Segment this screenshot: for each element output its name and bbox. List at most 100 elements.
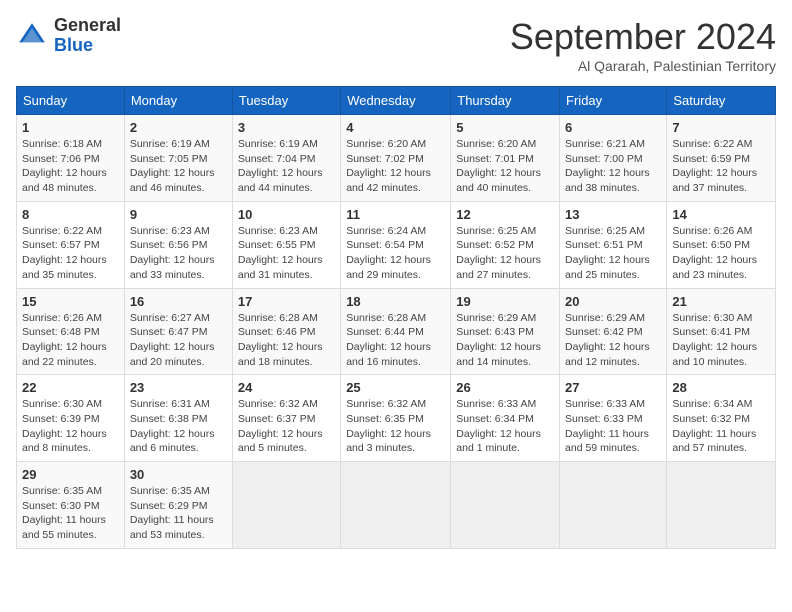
day-detail: Sunrise: 6:18 AM Sunset: 7:06 PM Dayligh… (22, 137, 119, 196)
day-detail: Sunrise: 6:21 AM Sunset: 7:00 PM Dayligh… (565, 137, 661, 196)
day-number: 19 (456, 294, 554, 309)
day-number: 6 (565, 120, 661, 135)
day-number: 27 (565, 380, 661, 395)
day-cell: 18Sunrise: 6:28 AM Sunset: 6:44 PM Dayli… (341, 288, 451, 375)
day-cell: 6 Sunrise: 6:21 AM Sunset: 7:00 PM Daylig… (560, 115, 667, 202)
day-number: 3 (238, 120, 335, 135)
day-number: 5 (456, 120, 554, 135)
column-header-saturday: Saturday (667, 87, 776, 115)
day-cell: 2 Sunrise: 6:19 AM Sunset: 7:05 PM Daylig… (124, 115, 232, 202)
day-cell: 22 Sunrise: 6:30 AM Sunset: 6:39 PM Dayli… (17, 375, 125, 462)
day-number: 26 (456, 380, 554, 395)
day-number: 4 (346, 120, 445, 135)
day-cell: 3 Sunrise: 6:19 AM Sunset: 7:04 PM Daylig… (232, 115, 340, 202)
day-detail: Sunrise: 6:25 AM Sunset: 6:51 PM Dayligh… (565, 224, 661, 283)
day-detail: Sunrise: 6:23 AM Sunset: 6:55 PM Dayligh… (238, 224, 335, 283)
day-number: 10 (238, 207, 335, 222)
day-number: 17 (238, 294, 335, 309)
day-cell: 11Sunrise: 6:24 AM Sunset: 6:54 PM Dayli… (341, 201, 451, 288)
day-cell: 16 Sunrise: 6:27 AM Sunset: 6:47 PM Dayli… (124, 288, 232, 375)
day-detail: Sunrise: 6:33 AM Sunset: 6:34 PM Dayligh… (456, 397, 554, 456)
column-header-friday: Friday (560, 87, 667, 115)
logo-text: General Blue (54, 16, 121, 56)
column-header-sunday: Sunday (17, 87, 125, 115)
day-number: 23 (130, 380, 227, 395)
day-cell: 28 Sunrise: 6:34 AM Sunset: 6:32 PM Dayli… (667, 375, 776, 462)
calendar-table: SundayMondayTuesdayWednesdayThursdayFrid… (16, 86, 776, 549)
day-detail: Sunrise: 6:20 AM Sunset: 7:02 PM Dayligh… (346, 137, 445, 196)
day-detail: Sunrise: 6:20 AM Sunset: 7:01 PM Dayligh… (456, 137, 554, 196)
day-cell: 25Sunrise: 6:32 AM Sunset: 6:35 PM Dayli… (341, 375, 451, 462)
day-number: 28 (672, 380, 770, 395)
day-detail: Sunrise: 6:26 AM Sunset: 6:50 PM Dayligh… (672, 224, 770, 283)
week-row-2: 8 Sunrise: 6:22 AM Sunset: 6:57 PM Daylig… (17, 201, 776, 288)
day-detail: Sunrise: 6:30 AM Sunset: 6:41 PM Dayligh… (672, 311, 770, 370)
day-number: 8 (22, 207, 119, 222)
day-number: 22 (22, 380, 119, 395)
calendar-body: 1 Sunrise: 6:18 AM Sunset: 7:06 PM Daylig… (17, 115, 776, 549)
day-cell (451, 462, 560, 549)
day-detail: Sunrise: 6:22 AM Sunset: 6:57 PM Dayligh… (22, 224, 119, 283)
day-cell: 30 Sunrise: 6:35 AM Sunset: 6:29 PM Dayli… (124, 462, 232, 549)
day-number: 29 (22, 467, 119, 482)
day-number: 13 (565, 207, 661, 222)
month-title: September 2024 (510, 16, 776, 58)
location: Al Qararah, Palestinian Territory (510, 58, 776, 74)
day-number: 21 (672, 294, 770, 309)
day-cell (667, 462, 776, 549)
day-cell: 8 Sunrise: 6:22 AM Sunset: 6:57 PM Daylig… (17, 201, 125, 288)
day-cell: 29Sunrise: 6:35 AM Sunset: 6:30 PM Dayli… (17, 462, 125, 549)
column-header-monday: Monday (124, 87, 232, 115)
day-number: 20 (565, 294, 661, 309)
day-number: 9 (130, 207, 227, 222)
day-cell: 17 Sunrise: 6:28 AM Sunset: 6:46 PM Dayli… (232, 288, 340, 375)
day-cell: 9 Sunrise: 6:23 AM Sunset: 6:56 PM Daylig… (124, 201, 232, 288)
column-header-wednesday: Wednesday (341, 87, 451, 115)
day-detail: Sunrise: 6:30 AM Sunset: 6:39 PM Dayligh… (22, 397, 119, 456)
day-detail: Sunrise: 6:35 AM Sunset: 6:29 PM Dayligh… (130, 484, 227, 543)
week-row-5: 29Sunrise: 6:35 AM Sunset: 6:30 PM Dayli… (17, 462, 776, 549)
day-cell: 26 Sunrise: 6:33 AM Sunset: 6:34 PM Dayli… (451, 375, 560, 462)
day-cell: 23 Sunrise: 6:31 AM Sunset: 6:38 PM Dayli… (124, 375, 232, 462)
day-detail: Sunrise: 6:22 AM Sunset: 6:59 PM Dayligh… (672, 137, 770, 196)
day-cell: 7 Sunrise: 6:22 AM Sunset: 6:59 PM Daylig… (667, 115, 776, 202)
day-number: 7 (672, 120, 770, 135)
logo: General Blue (16, 16, 121, 56)
day-cell: 21 Sunrise: 6:30 AM Sunset: 6:41 PM Dayli… (667, 288, 776, 375)
day-cell (232, 462, 340, 549)
day-number: 18 (346, 294, 445, 309)
day-detail: Sunrise: 6:24 AM Sunset: 6:54 PM Dayligh… (346, 224, 445, 283)
week-row-4: 22 Sunrise: 6:30 AM Sunset: 6:39 PM Dayli… (17, 375, 776, 462)
day-cell: 24Sunrise: 6:32 AM Sunset: 6:37 PM Dayli… (232, 375, 340, 462)
day-number: 12 (456, 207, 554, 222)
day-number: 1 (22, 120, 119, 135)
calendar-header-row: SundayMondayTuesdayWednesdayThursdayFrid… (17, 87, 776, 115)
day-cell: 12Sunrise: 6:25 AM Sunset: 6:52 PM Dayli… (451, 201, 560, 288)
day-detail: Sunrise: 6:33 AM Sunset: 6:33 PM Dayligh… (565, 397, 661, 456)
day-detail: Sunrise: 6:27 AM Sunset: 6:47 PM Dayligh… (130, 311, 227, 370)
day-detail: Sunrise: 6:19 AM Sunset: 7:04 PM Dayligh… (238, 137, 335, 196)
day-detail: Sunrise: 6:28 AM Sunset: 6:46 PM Dayligh… (238, 311, 335, 370)
day-cell (341, 462, 451, 549)
column-header-tuesday: Tuesday (232, 87, 340, 115)
day-cell: 10 Sunrise: 6:23 AM Sunset: 6:55 PM Dayli… (232, 201, 340, 288)
day-detail: Sunrise: 6:23 AM Sunset: 6:56 PM Dayligh… (130, 224, 227, 283)
day-cell: 19Sunrise: 6:29 AM Sunset: 6:43 PM Dayli… (451, 288, 560, 375)
day-cell: 27 Sunrise: 6:33 AM Sunset: 6:33 PM Dayli… (560, 375, 667, 462)
day-detail: Sunrise: 6:31 AM Sunset: 6:38 PM Dayligh… (130, 397, 227, 456)
day-cell: 15Sunrise: 6:26 AM Sunset: 6:48 PM Dayli… (17, 288, 125, 375)
week-row-3: 15Sunrise: 6:26 AM Sunset: 6:48 PM Dayli… (17, 288, 776, 375)
day-cell (560, 462, 667, 549)
day-detail: Sunrise: 6:19 AM Sunset: 7:05 PM Dayligh… (130, 137, 227, 196)
day-number: 25 (346, 380, 445, 395)
day-detail: Sunrise: 6:34 AM Sunset: 6:32 PM Dayligh… (672, 397, 770, 456)
day-number: 14 (672, 207, 770, 222)
day-number: 30 (130, 467, 227, 482)
week-row-1: 1 Sunrise: 6:18 AM Sunset: 7:06 PM Daylig… (17, 115, 776, 202)
day-number: 16 (130, 294, 227, 309)
day-cell: 5 Sunrise: 6:20 AM Sunset: 7:01 PM Daylig… (451, 115, 560, 202)
day-number: 2 (130, 120, 227, 135)
day-cell: 14 Sunrise: 6:26 AM Sunset: 6:50 PM Dayli… (667, 201, 776, 288)
title-block: September 2024 Al Qararah, Palestinian T… (510, 16, 776, 74)
day-cell: 20Sunrise: 6:29 AM Sunset: 6:42 PM Dayli… (560, 288, 667, 375)
